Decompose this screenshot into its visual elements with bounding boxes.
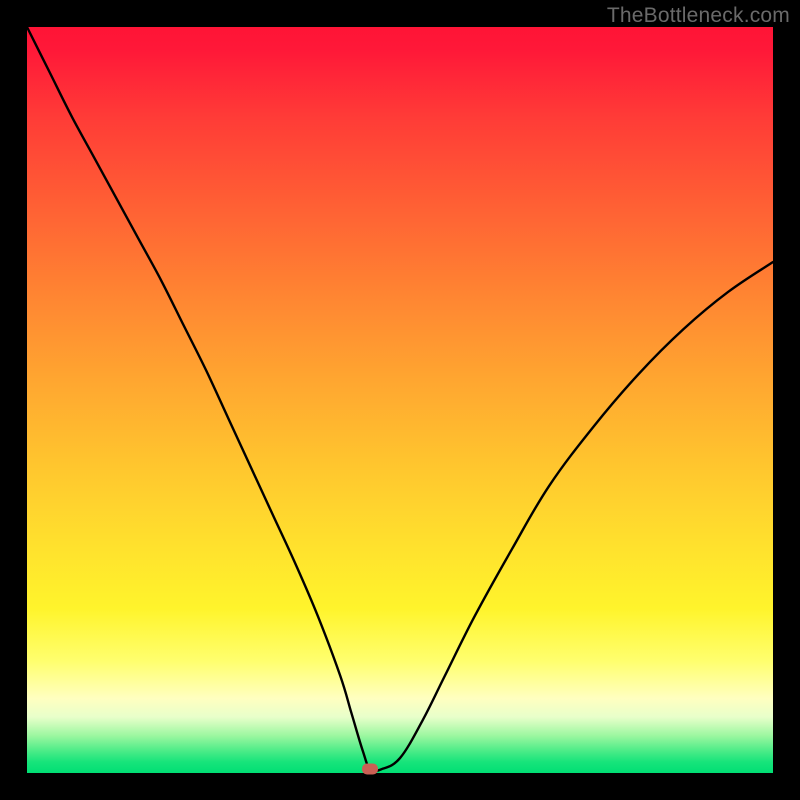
chart-frame: TheBottleneck.com bbox=[0, 0, 800, 800]
curve-layer bbox=[27, 27, 773, 773]
watermark-text: TheBottleneck.com bbox=[607, 4, 790, 28]
optimal-point-marker bbox=[362, 764, 378, 775]
bottleneck-curve bbox=[27, 27, 773, 771]
